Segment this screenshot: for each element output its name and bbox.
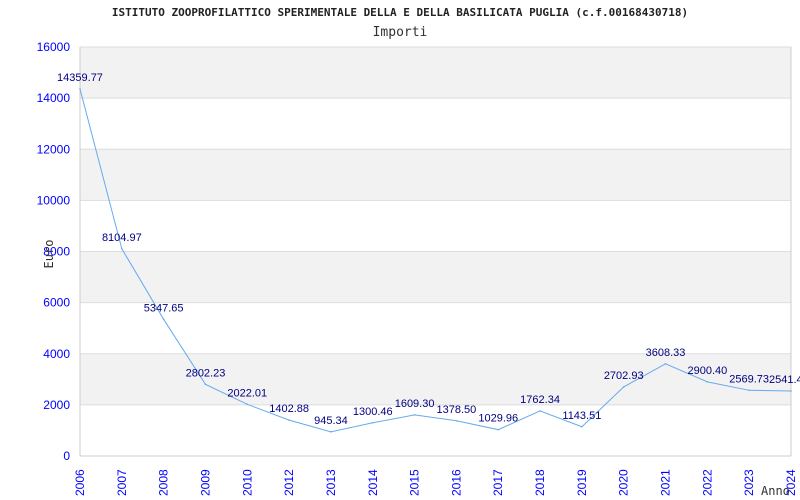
data-label: 2702.93: [604, 370, 644, 382]
y-tick-label: 14000: [37, 91, 71, 105]
x-tick-label: 2009: [198, 469, 212, 496]
x-tick-label: 2010: [240, 469, 254, 496]
data-point: [121, 248, 123, 250]
data-label: 1143.51: [562, 410, 601, 422]
data-label: 2022.01: [227, 387, 267, 399]
x-tick-label: 2012: [282, 469, 296, 496]
data-point: [622, 386, 625, 388]
data-point: [204, 383, 207, 386]
x-tick-label: 2021: [659, 469, 673, 496]
x-tick-label: 2006: [73, 469, 87, 496]
data-point: [288, 419, 290, 421]
data-label: 945.34: [314, 415, 348, 427]
data-label: 3608.33: [646, 347, 686, 359]
data-point: [748, 389, 750, 392]
y-tick-label: 12000: [37, 142, 71, 156]
x-tick-label: 2023: [742, 469, 756, 496]
data-point: [539, 410, 541, 412]
data-label: 1378.50: [437, 404, 477, 416]
x-tick-label: 2014: [366, 469, 380, 496]
x-tick-label: 2007: [115, 469, 129, 496]
line-chart: 0200040006000800010000120001400016000200…: [37, 40, 800, 498]
data-label: 1762.34: [520, 394, 560, 406]
x-tick-label: 2020: [617, 469, 631, 496]
x-tick-label: 2019: [575, 469, 589, 496]
y-tick-label: 4000: [43, 347, 70, 361]
y-tick-label: 6000: [43, 296, 70, 310]
data-label: 5347.65: [144, 302, 184, 314]
x-tick-label: 2022: [700, 469, 714, 496]
data-point: [79, 88, 81, 90]
y-tick-label: 0: [63, 449, 70, 463]
y-axis-label: Euro: [42, 240, 56, 269]
data-point: [455, 419, 458, 422]
y-tick-label: 2000: [43, 398, 70, 412]
y-tick-label: 16000: [37, 40, 71, 54]
data-label: 1300.46: [353, 406, 393, 418]
data-label: 2569.73: [729, 373, 769, 385]
data-label: 2541.4: [769, 374, 800, 386]
data-point: [413, 414, 416, 416]
x-axis-label: Anno: [761, 484, 790, 498]
data-point: [371, 421, 374, 424]
x-tick-label: 2015: [408, 469, 422, 496]
data-point: [246, 403, 249, 406]
data-label: 1609.30: [395, 398, 435, 410]
data-point: [581, 425, 583, 428]
data-label: 1029.96: [478, 413, 518, 425]
data-label: 2900.40: [687, 365, 727, 377]
x-tick-label: 2008: [157, 469, 171, 496]
data-label: 2802.23: [186, 367, 226, 379]
data-point: [706, 381, 709, 383]
grid-band: [80, 149, 791, 201]
data-point: [790, 390, 792, 392]
data-point: [497, 428, 500, 431]
data-point: [330, 431, 332, 433]
x-tick-label: 2018: [533, 469, 547, 496]
data-label: 14359.77: [57, 72, 103, 84]
grid-band: [80, 47, 791, 99]
x-tick-label: 2017: [491, 469, 505, 496]
x-tick-label: 2016: [449, 469, 463, 496]
y-tick-label: 10000: [37, 193, 71, 207]
grid-band: [80, 251, 791, 303]
data-label: 8104.97: [102, 232, 142, 244]
x-tick-label: 2013: [324, 469, 338, 496]
data-point: [664, 362, 667, 365]
data-label: 1402.88: [269, 403, 309, 415]
data-point: [162, 318, 165, 321]
